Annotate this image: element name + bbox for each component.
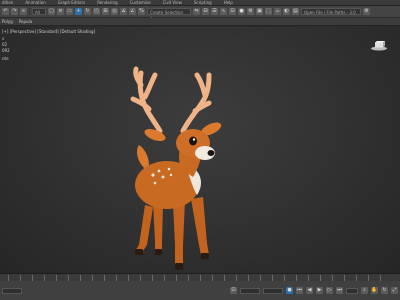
current-frame-field[interactable]: [346, 287, 358, 294]
ribbon-tab-polygon[interactable]: Polyg: [2, 19, 13, 24]
select-object-icon[interactable]: ▢: [48, 8, 55, 15]
pivot-icon[interactable]: ◎: [111, 8, 118, 15]
viewport-stat: 092: [2, 48, 10, 53]
select-and-scale-icon[interactable]: ◰: [93, 8, 100, 15]
teapot-icon[interactable]: ☕: [274, 8, 281, 15]
maximize-viewport-icon[interactable]: ⤢: [391, 287, 398, 294]
lock-icon[interactable]: ⊡: [230, 287, 237, 294]
maxscript-listener-field[interactable]: [2, 287, 22, 294]
zoom-icon[interactable]: ⌕: [361, 287, 368, 294]
material-editor-icon[interactable]: ●: [238, 8, 245, 15]
menu-help[interactable]: Help: [224, 0, 233, 5]
redo-icon[interactable]: ↷: [11, 8, 18, 15]
workspace-path-field[interactable]: Open File / File Paths - 3.0: [301, 8, 361, 15]
menu-customize[interactable]: Customize: [130, 0, 151, 5]
toolbar-separator: [29, 8, 30, 15]
environment-icon[interactable]: ◐: [283, 8, 290, 15]
mirror-icon[interactable]: ⇋: [193, 8, 200, 15]
previous-frame-icon[interactable]: ◀: [306, 287, 313, 294]
x-coordinate-field[interactable]: [240, 287, 260, 294]
viewport-stat: s: [2, 36, 5, 41]
curve-editor-icon[interactable]: ∿: [220, 8, 227, 15]
render-icon[interactable]: ▣: [256, 8, 263, 15]
render-frame-icon[interactable]: ⬚: [265, 8, 272, 15]
viewport-stat: nte: [2, 56, 9, 61]
align-icon[interactable]: ⊟: [202, 8, 209, 15]
main-toolbar: ↶ ↷ ∞ All ▢ ≡ ▭ ✛ ↻ ◰ ⊞ ◎ ∡ ∠ % Create S…: [0, 6, 400, 22]
ribbon-tab-populate[interactable]: Popula: [19, 19, 32, 24]
link-icon[interactable]: ∞: [20, 8, 27, 15]
perspective-viewport[interactable]: [+] [Perspective] [Standard] [Default Sh…: [0, 27, 400, 273]
deer-model[interactable]: [105, 65, 225, 273]
folder-icon[interactable]: ▤: [292, 8, 299, 15]
render-setup-icon[interactable]: ⚙: [247, 8, 254, 15]
angle-snap-icon[interactable]: ∠: [129, 8, 136, 15]
play-icon[interactable]: ▶: [316, 287, 323, 294]
auto-key-button[interactable]: ●: [286, 287, 293, 294]
undo-icon[interactable]: ↶: [2, 8, 9, 15]
region-select-icon[interactable]: ▭: [66, 8, 73, 15]
status-bar: ⊡ ● ⏮ ◀ ▶ ▷ ⏭ ⌕ ✋ ↻ ⤢: [0, 281, 400, 300]
menu-graph-editors[interactable]: Graph Editors: [58, 0, 85, 5]
deer-antlers: [130, 66, 212, 134]
select-and-move-icon[interactable]: ✛: [75, 8, 82, 15]
orbit-icon[interactable]: ↻: [381, 287, 388, 294]
menu-civil-view[interactable]: Civil View: [163, 0, 182, 5]
reference-coordinate-icon[interactable]: ⊞: [102, 8, 109, 15]
selection-filter-dropdown[interactable]: All: [32, 8, 46, 15]
select-by-name-icon[interactable]: ≡: [57, 8, 64, 15]
menu-edit[interactable]: dition: [2, 0, 13, 5]
percent-snap-icon[interactable]: %: [138, 8, 145, 15]
go-to-start-icon[interactable]: ⏮: [296, 287, 303, 294]
menu-animation[interactable]: Animation: [25, 0, 45, 5]
select-and-rotate-icon[interactable]: ↻: [84, 8, 91, 15]
next-frame-icon[interactable]: ▷: [326, 287, 333, 294]
menu-rendering[interactable]: Rendering: [97, 0, 117, 5]
viewport-label[interactable]: [+] [Perspective] [Standard] [Default Sh…: [2, 29, 95, 34]
y-coordinate-field[interactable]: [263, 287, 283, 294]
settings-icon[interactable]: ⚙: [363, 8, 370, 15]
viewcube-icon[interactable]: [370, 41, 388, 51]
snap-icon[interactable]: ∡: [120, 8, 127, 15]
schematic-icon[interactable]: ⊡: [229, 8, 236, 15]
pan-icon[interactable]: ✋: [371, 287, 378, 294]
viewport-stat: 02: [2, 42, 8, 47]
go-to-end-icon[interactable]: ⏭: [336, 287, 343, 294]
menu-scripting[interactable]: Scripting: [194, 0, 212, 5]
named-selection-dropdown[interactable]: Create Selection Se: [147, 8, 191, 22]
ribbon-bar: Polyg Popula: [0, 18, 400, 26]
layer-icon[interactable]: ☰: [211, 8, 218, 15]
